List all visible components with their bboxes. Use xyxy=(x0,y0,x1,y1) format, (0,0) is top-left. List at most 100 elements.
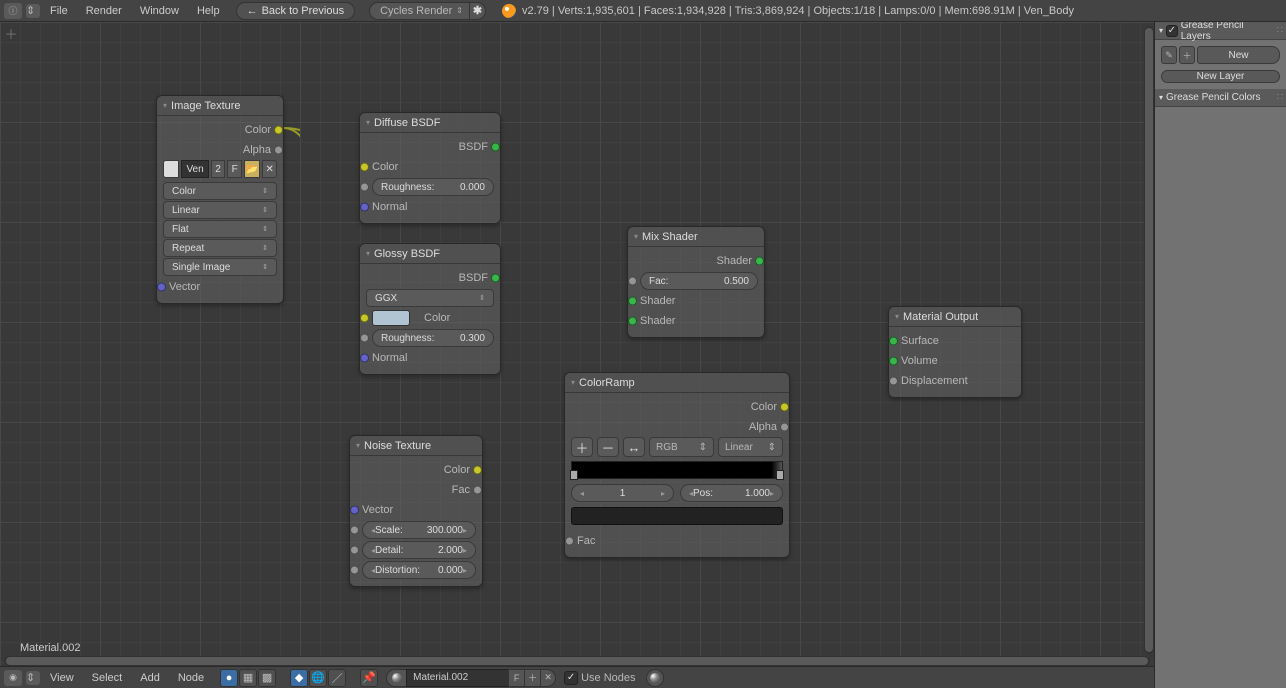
detail-field[interactable]: ◂Detail:2.000▸ xyxy=(362,541,476,559)
node-mix-shader[interactable]: ▾Mix Shader Shader Fac:0.500 Shader Shad… xyxy=(627,226,765,338)
menu-file[interactable]: File xyxy=(42,1,76,21)
new-layer-button[interactable]: New Layer xyxy=(1161,70,1280,83)
socket-in-surface[interactable] xyxy=(889,337,898,346)
checkbox-icon[interactable] xyxy=(564,671,578,685)
socket-out-alpha[interactable] xyxy=(780,423,789,432)
material-name-field[interactable]: Material.002 xyxy=(406,669,508,687)
scale-field[interactable]: ◂Scale:300.000▸ xyxy=(362,521,476,539)
distribution-dropdown[interactable]: GGX⇕ xyxy=(366,289,494,307)
open-image-icon[interactable]: 📂 xyxy=(244,160,260,178)
source-dropdown[interactable]: Single Image⇕ xyxy=(163,258,277,276)
node-image-texture[interactable]: ▾Image Texture Color Alpha 🖼 Ven 2 F 📂 ✕… xyxy=(156,95,284,304)
pin-icon[interactable]: 📌 xyxy=(360,669,378,687)
menu-help[interactable]: Help xyxy=(189,1,228,21)
distortion-field[interactable]: ◂Distortion:0.000▸ xyxy=(362,561,476,579)
socket-in-shader2[interactable] xyxy=(628,317,637,326)
updown-icon[interactable]: ⇕ xyxy=(26,671,40,685)
socket-in-color[interactable] xyxy=(360,163,369,172)
socket-out-alpha[interactable] xyxy=(274,146,283,155)
menu-select[interactable]: Select xyxy=(84,668,131,688)
node-header[interactable]: ▾Mix Shader xyxy=(628,227,764,247)
socket-out-color[interactable] xyxy=(274,126,283,135)
socket-out-shader[interactable] xyxy=(755,257,764,266)
node-header[interactable]: ▾Diffuse BSDF xyxy=(360,113,500,133)
new-gp-button[interactable]: New xyxy=(1197,46,1280,64)
compositor-tree-icon[interactable]: ▦ xyxy=(239,669,257,687)
menu-render[interactable]: Render xyxy=(78,1,130,21)
roughness-field[interactable]: Roughness:0.300 xyxy=(372,329,494,347)
split-area-icon[interactable]: ＋ xyxy=(4,26,18,40)
ramp-stop-index[interactable]: ◂1▸ xyxy=(571,484,674,502)
node-header[interactable]: ▾Image Texture xyxy=(157,96,283,116)
menu-add[interactable]: Add xyxy=(132,668,168,688)
node-material-output[interactable]: ▾Material Output Surface Volume Displace… xyxy=(888,306,1022,398)
fac-field[interactable]: Fac:0.500 xyxy=(640,272,758,290)
node-header[interactable]: ▾Glossy BSDF xyxy=(360,244,500,264)
socket-in-roughness[interactable] xyxy=(360,334,369,343)
socket-out-color[interactable] xyxy=(780,403,789,412)
node-color-ramp[interactable]: ▾ColorRamp Color Alpha ＋ － ↔ RGB⇕ Linear… xyxy=(564,372,790,558)
editor-type-icon[interactable]: ⓘ xyxy=(4,3,22,19)
image-browse-icon[interactable]: 🖼 xyxy=(163,160,179,178)
back-to-previous-button[interactable]: ← Back to Previous xyxy=(236,2,356,20)
drag-grip-icon[interactable]: ∷ xyxy=(1277,92,1282,103)
ramp-stop-0[interactable] xyxy=(570,470,578,480)
texture-tree-icon[interactable]: ▩ xyxy=(258,669,276,687)
colorspace-dropdown[interactable]: Color⇕ xyxy=(163,182,277,200)
object-shader-icon[interactable]: ◆ xyxy=(290,669,308,687)
checkbox-icon[interactable]: ✓ xyxy=(1166,25,1178,37)
interpolation-dropdown[interactable]: Linear⇕ xyxy=(163,201,277,219)
material-browse-icon[interactable] xyxy=(386,669,406,687)
socket-out-color[interactable] xyxy=(473,466,482,475)
socket-in-normal[interactable] xyxy=(360,354,369,363)
engine-extra-button[interactable]: ✱ xyxy=(470,2,486,20)
node-editor-canvas[interactable]: ＋ Material.002 ▾Image Texture Color Alph… xyxy=(0,22,1154,666)
unlink-image-icon[interactable]: ✕ xyxy=(262,160,277,178)
use-nodes-toggle[interactable]: Use Nodes xyxy=(564,671,635,685)
ramp-selected-color[interactable] xyxy=(571,507,783,525)
socket-out-bsdf[interactable] xyxy=(491,143,500,152)
material-preview-button[interactable] xyxy=(646,669,664,687)
node-header[interactable]: ▾Noise Texture xyxy=(350,436,482,456)
menu-view[interactable]: View xyxy=(42,668,82,688)
shader-tree-icon[interactable]: ● xyxy=(220,669,238,687)
socket-in-displacement[interactable] xyxy=(889,377,898,386)
node-diffuse-bsdf[interactable]: ▾Diffuse BSDF BSDF Color Roughness:0.000… xyxy=(359,112,501,224)
horizontal-scrollbar[interactable] xyxy=(4,656,1150,666)
ramp-position-field[interactable]: ◂Pos:1.000▸ xyxy=(680,484,783,502)
scrollbar-thumb[interactable] xyxy=(6,657,1148,665)
line-shader-icon[interactable]: ／ xyxy=(328,669,346,687)
grease-pencil-colors-header[interactable]: ▾ Grease Pencil Colors ∷ xyxy=(1155,89,1286,107)
pencil-icon[interactable]: ✎ xyxy=(1161,46,1177,64)
socket-in-vector[interactable] xyxy=(350,506,359,515)
node-noise-texture[interactable]: ▾Noise Texture Color Fac Vector ◂Scale:3… xyxy=(349,435,483,587)
image-users[interactable]: 2 xyxy=(211,160,226,178)
scrollbar-thumb[interactable] xyxy=(1145,28,1153,652)
fake-user-button[interactable]: F xyxy=(508,669,524,687)
color-swatch[interactable] xyxy=(372,310,410,326)
socket-in-fac[interactable] xyxy=(628,277,637,286)
projection-dropdown[interactable]: Flat⇕ xyxy=(163,220,277,238)
updown-icon[interactable]: ⇕ xyxy=(26,4,40,18)
socket-in-fac[interactable] xyxy=(565,537,574,546)
ramp-colormode-dropdown[interactable]: RGB⇕ xyxy=(649,437,714,457)
socket-in-roughness[interactable] xyxy=(360,183,369,192)
socket-in-distortion[interactable] xyxy=(350,566,359,575)
ramp-gradient[interactable] xyxy=(571,461,783,479)
render-engine-selector[interactable]: Cycles Render ⇕ ✱ xyxy=(369,2,486,20)
socket-out-fac[interactable] xyxy=(473,486,482,495)
ramp-stop-1[interactable] xyxy=(776,470,784,480)
ramp-add-button[interactable]: ＋ xyxy=(571,437,593,457)
socket-out-bsdf[interactable] xyxy=(491,274,500,283)
fake-user-button[interactable]: F xyxy=(227,160,242,178)
new-material-button[interactable]: ＋ xyxy=(524,669,540,687)
drag-grip-icon[interactable]: ∷ xyxy=(1277,25,1282,36)
socket-in-color[interactable] xyxy=(360,314,369,323)
ramp-remove-button[interactable]: － xyxy=(597,437,619,457)
ramp-flip-button[interactable]: ↔ xyxy=(623,437,645,457)
socket-in-detail[interactable] xyxy=(350,546,359,555)
vertical-scrollbar[interactable] xyxy=(1144,26,1154,654)
node-header[interactable]: ▾Material Output xyxy=(889,307,1021,327)
node-header[interactable]: ▾ColorRamp xyxy=(565,373,789,393)
menu-node[interactable]: Node xyxy=(170,668,212,688)
